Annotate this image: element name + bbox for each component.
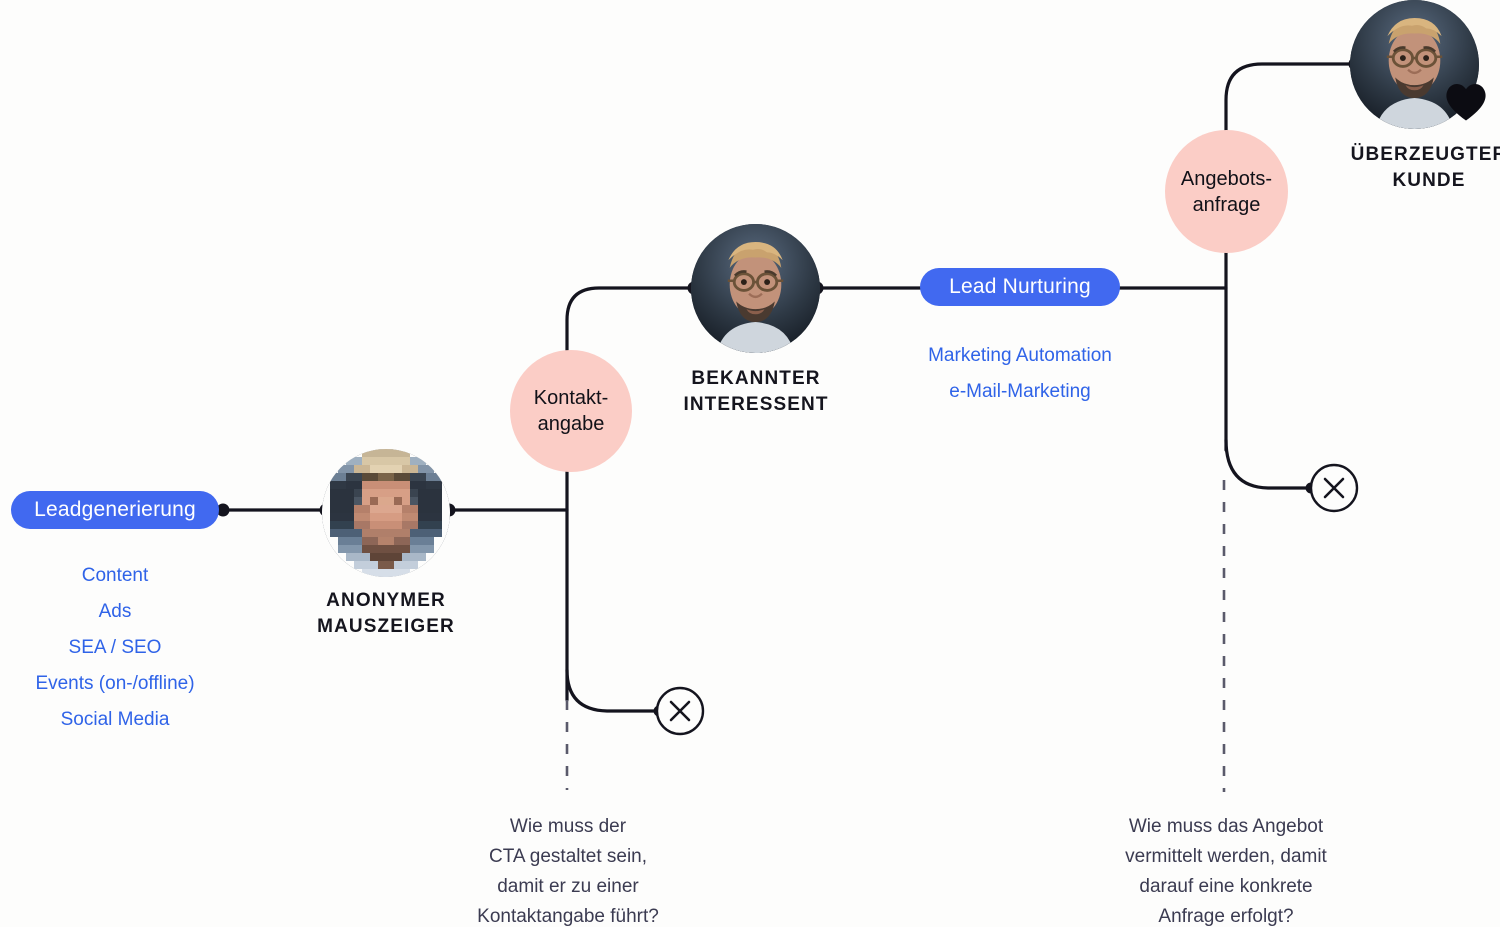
edge-angebot-to-kunde xyxy=(1224,62,1360,137)
stage-pill-lead-nurturing[interactable]: Lead Nurturing xyxy=(920,268,1120,306)
funnel-diagram: Leadgenerierung Lead Nurturing Content A… xyxy=(0,0,1500,927)
heart-glyph xyxy=(1446,84,1486,121)
channel-list-leadgen: Content Ads SEA / SEO Events (on-/offlin… xyxy=(0,558,230,738)
channel-item[interactable]: SEA / SEO xyxy=(0,630,230,666)
channel-item[interactable]: Social Media xyxy=(0,702,230,738)
persona-caption-ueberzeugter-kunde: ÜBERZEUGTER KUNDE xyxy=(1304,142,1500,194)
channel-item[interactable]: Ads xyxy=(0,594,230,630)
question-line: vermittelt werden, damit xyxy=(1125,846,1327,867)
channel-item[interactable]: Events (on-/offline) xyxy=(0,666,230,702)
conversion-label-line2: angabe xyxy=(537,413,605,435)
dashed-drop-lines xyxy=(565,480,1226,792)
edge-right-trunk-to-exit-right xyxy=(1224,438,1315,490)
conversion-point-angebotsanfrage[interactable]: Angebots- anfrage xyxy=(1165,130,1288,253)
dot-exit-right-in xyxy=(1305,482,1317,494)
question-block-cta: Wie muss der CTA gestaltet sein, damit e… xyxy=(437,812,699,927)
caption-line2: KUNDE xyxy=(1392,170,1466,191)
channel-item[interactable]: Marketing Automation xyxy=(905,338,1135,374)
question-line: damit er zu einer xyxy=(497,876,639,897)
conversion-point-kontaktangabe[interactable]: Kontakt- angabe xyxy=(510,350,632,472)
dot-exit-left-in xyxy=(653,705,665,717)
caption-line1: ÜBERZEUGTER xyxy=(1350,144,1500,165)
question-line: Kontaktangabe führt? xyxy=(477,906,659,927)
pixelated-person-icon xyxy=(322,449,450,577)
question-line: Anfrage erfolgt? xyxy=(1158,906,1294,927)
caption-line1: BEKANNTER xyxy=(691,368,821,389)
conversion-label-line1: Kontakt- xyxy=(533,387,609,409)
persona-caption-bekannter-interessent: BEKANNTER INTERESSENT xyxy=(625,366,887,418)
caption-line1: ANONYMER xyxy=(326,590,446,611)
question-block-angebot: Wie muss das Angebot vermittelt werden, … xyxy=(1085,812,1367,927)
avatar-bekannter-interessent xyxy=(691,224,820,353)
persona-caption-anonymer-mauszeiger: ANONYMER MAUSZEIGER xyxy=(256,588,516,640)
exit-circle-right[interactable] xyxy=(1309,463,1359,513)
channel-list-nurturing: Marketing Automation e-Mail-Marketing xyxy=(905,338,1135,410)
question-line: CTA gestaltet sein, xyxy=(488,846,648,867)
connector-layer xyxy=(216,57,1362,792)
avatar-anonymer-mauszeiger xyxy=(322,449,450,577)
stage-pill-leadgenerierung[interactable]: Leadgenerierung xyxy=(11,491,219,529)
question-line: darauf eine konkrete xyxy=(1139,876,1313,897)
exit-circle-left[interactable] xyxy=(655,686,705,736)
channel-item[interactable]: Content xyxy=(0,558,230,594)
question-line: Wie muss das Angebot xyxy=(1128,816,1324,837)
exit-markers xyxy=(655,463,1359,736)
close-icon-right xyxy=(1323,477,1345,499)
question-line: Wie muss der xyxy=(509,816,627,837)
channel-item[interactable]: e-Mail-Marketing xyxy=(905,374,1135,410)
conversion-label-line1: Angebots- xyxy=(1180,167,1273,190)
edge-trunk-to-exit-left xyxy=(565,668,662,713)
heart-icon xyxy=(1443,79,1489,123)
close-icon-left xyxy=(669,700,691,722)
person-photo-icon xyxy=(691,224,820,353)
conversion-label-line2: anfrage xyxy=(1192,193,1261,216)
caption-line2: MAUSZEIGER xyxy=(317,616,455,637)
caption-line2: INTERESSENT xyxy=(683,394,829,415)
